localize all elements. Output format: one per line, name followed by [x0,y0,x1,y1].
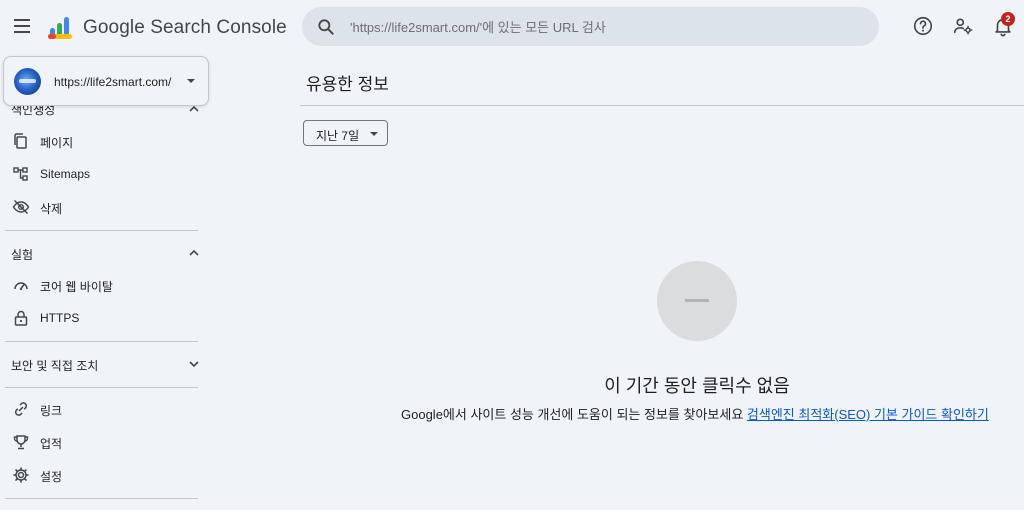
chevron-down-icon[interactable] [187,357,201,371]
sidebar-item-https[interactable]: HTTPS [0,303,205,333]
url-inspection-input[interactable] [350,15,850,39]
property-avatar [14,68,41,95]
empty-state-text: Google에서 사이트 성능 개선에 도움이 되는 정보를 찾아보세요 [401,407,744,422]
sitemap-icon [13,167,28,181]
menu-icon-line [14,19,30,21]
trophy-icon [13,435,29,450]
gear-icon [13,467,29,483]
sidebar-item-label: 코어 웹 바이탈 [40,280,113,294]
link-icon [14,402,28,416]
url-inspection-search[interactable] [302,7,879,46]
eye-off-icon [12,199,30,215]
sidebar-item-label: HTTPS [40,311,80,325]
sidebar-item-removals[interactable]: 삭제 [0,192,205,222]
empty-state-title: 이 기간 동안 클릭수 없음 [604,376,790,396]
lock-icon [14,310,28,326]
sidebar-item-label: 삭제 [40,202,63,216]
sidebar-item-label: Sitemaps [40,167,91,181]
sidebar-nav: 색인생성 페이지 Sitemaps 삭제 실험 코어 웹 바이탈 HTTPS 보… [0,56,210,510]
sidebar-item-label: 링크 [40,404,63,418]
chevron-up-icon[interactable] [187,246,201,260]
search-console-logo[interactable] [47,14,75,42]
notification-count-badge: 2 [1001,12,1015,26]
empty-state-icon [657,261,737,341]
sidebar-divider [5,498,198,499]
sidebar-item-achievements[interactable]: 업적 [0,427,205,457]
pages-icon [14,133,27,149]
menu-icon-line [14,31,30,33]
help-icon[interactable] [912,15,934,37]
date-range-label: 지난 7일 [316,129,360,143]
speedometer-icon [14,282,28,291]
sidebar-item-core-web-vitals[interactable]: 코어 웹 바이탈 [0,270,205,300]
app-title: Google Search Console [83,17,287,38]
main-menu-button[interactable] [8,12,36,40]
dropdown-arrow-icon [370,132,378,136]
property-selector[interactable]: https://life2smart.com/ [3,56,209,106]
sidebar-item-pages[interactable]: 페이지 [0,126,205,156]
sidebar-divider [5,230,198,231]
section-experience[interactable]: 실험 [11,246,33,263]
sidebar-item-label: 설정 [40,470,63,484]
sidebar-item-label: 업적 [40,437,63,451]
seo-guide-link[interactable]: 검색엔진 최적화(SEO) 기본 가이드 확인하기 [747,407,989,422]
sidebar-item-label: 페이지 [40,136,74,150]
top-bar: Google Search Console 2 [0,0,1024,56]
date-range-filter[interactable]: 지난 7일 [303,120,388,146]
sidebar-item-settings[interactable]: 설정 [0,460,205,490]
page-title: 유용한 정보 [306,75,389,94]
manage-users-icon[interactable] [952,15,974,37]
dropdown-arrow-icon [187,79,195,83]
empty-state-description: Google에서 사이트 성능 개선에 도움이 되는 정보를 찾아보세요 검색엔… [401,404,989,423]
search-icon[interactable] [316,17,336,37]
menu-icon-line [14,25,30,27]
sidebar-item-sitemaps[interactable]: Sitemaps [0,159,205,189]
sidebar-item-links[interactable]: 링크 [0,394,205,424]
sidebar-divider [5,341,198,342]
page-title-divider [300,105,1024,106]
property-url: https://life2smart.com/ [54,75,172,89]
